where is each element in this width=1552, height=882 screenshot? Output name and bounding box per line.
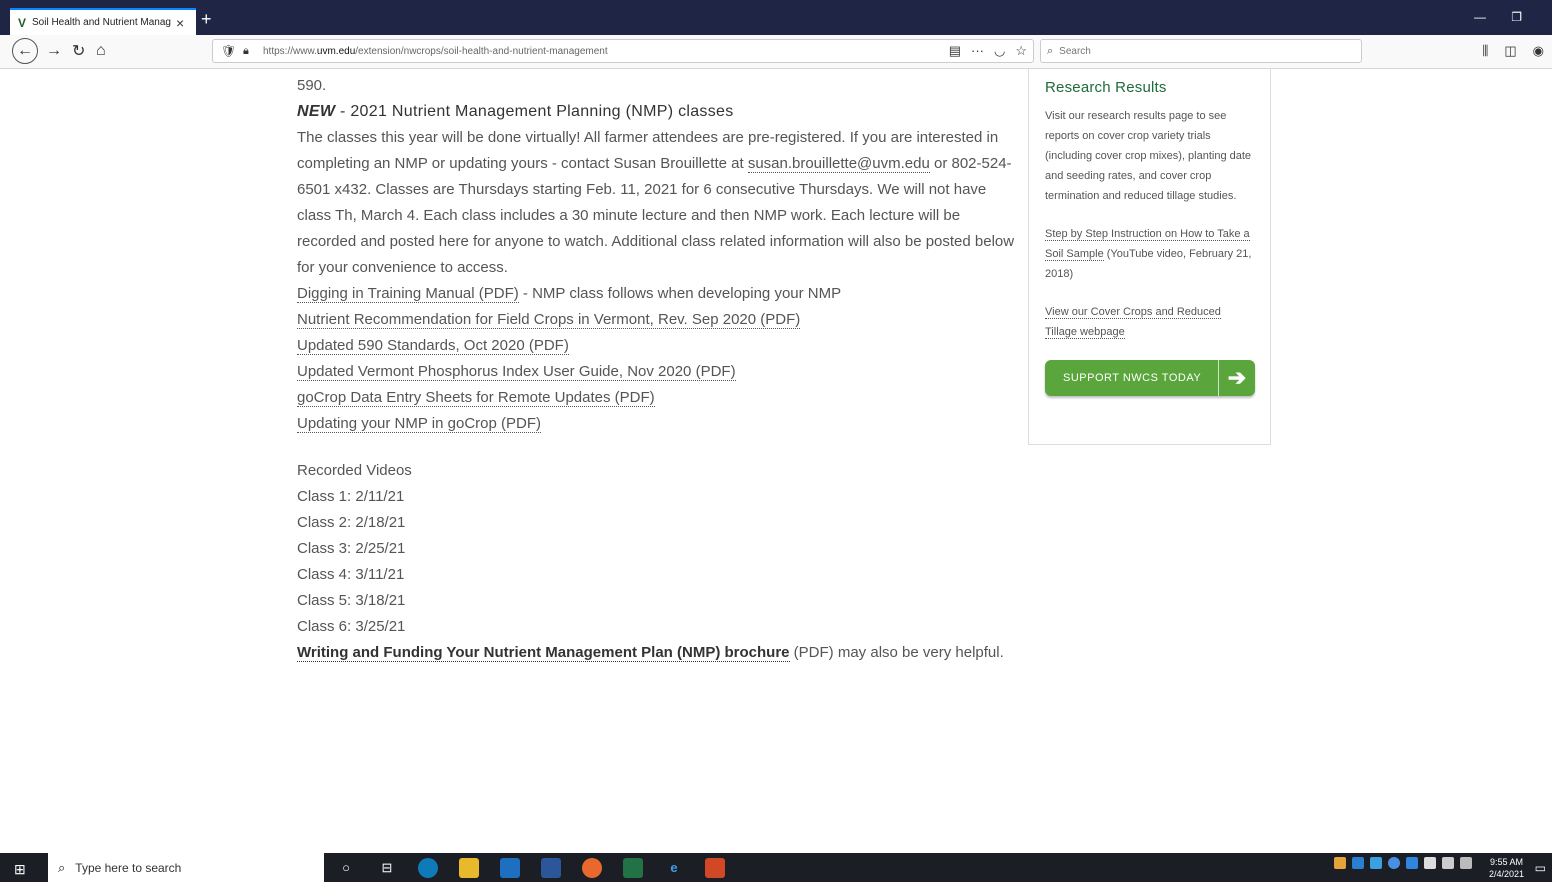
new-tab-button[interactable]: + bbox=[201, 9, 212, 30]
section-heading: NEW - 2021 Nutrient Management Planning … bbox=[297, 103, 734, 120]
clock[interactable]: 9:55 AM 2/4/2021 bbox=[1489, 856, 1524, 880]
cortana-icon[interactable]: ○ bbox=[336, 858, 356, 878]
590-standards-link[interactable]: Updated 590 Standards, Oct 2020 (PDF) bbox=[297, 337, 569, 355]
taskbar-search[interactable]: ⌕ Type here to search bbox=[48, 853, 324, 882]
browser-tab[interactable]: V Soil Health and Nutrient Manag × bbox=[10, 8, 196, 35]
link-row-manual: Digging in Training Manual (PDF) - NMP c… bbox=[297, 285, 842, 303]
support-button-label: SUPPORT NWCS TODAY bbox=[1063, 372, 1202, 384]
search-bar[interactable]: ⌕ bbox=[1040, 39, 1362, 63]
brochure-link[interactable]: Writing and Funding Your Nutrient Manage… bbox=[297, 644, 790, 662]
recorded-videos: Recorded Videos Class 1: 2/11/21 Class 2… bbox=[297, 458, 1017, 640]
taskbar-search-text: Type here to search bbox=[75, 860, 182, 875]
edge-icon[interactable] bbox=[418, 857, 438, 878]
tab-title: Soil Health and Nutrient Manag bbox=[32, 17, 171, 28]
videos-heading: Recorded Videos bbox=[297, 462, 412, 479]
outlook-icon[interactable] bbox=[500, 857, 520, 878]
search-input[interactable] bbox=[1057, 44, 1352, 58]
video-item: Class 3: 2/25/21 bbox=[297, 540, 406, 557]
home-icon[interactable]: ⌂ bbox=[96, 40, 106, 62]
video-item: Class 5: 3/18/21 bbox=[297, 592, 406, 609]
file-explorer-icon[interactable] bbox=[459, 857, 479, 878]
browser-nav-bar: ← → ↻ ⌂ 🛡︎ 🔒︎ https://www.uvm.edu/extens… bbox=[0, 35, 1552, 69]
arrow-right-icon: ➔ bbox=[1218, 360, 1255, 396]
tray-icon[interactable] bbox=[1352, 857, 1364, 869]
video-item: Class 2: 2/18/21 bbox=[297, 514, 406, 531]
bookmark-star-icon[interactable]: ☆ bbox=[1015, 43, 1027, 59]
address-bar[interactable]: 🛡︎ 🔒︎ https://www.uvm.edu/extension/nwcr… bbox=[212, 39, 1034, 63]
sidebar-description: Visit our research results page to see r… bbox=[1045, 110, 1252, 202]
tray-icon[interactable] bbox=[1370, 857, 1382, 869]
sidebar: Research Results Visit our research resu… bbox=[1028, 69, 1271, 445]
network-icon[interactable] bbox=[1442, 857, 1454, 869]
minimize-icon[interactable]: — bbox=[1474, 10, 1486, 24]
nutrient-recommendation-link[interactable]: Nutrient Recommendation for Field Crops … bbox=[297, 311, 801, 329]
sidebar-icon[interactable]: ◫ bbox=[1504, 43, 1516, 59]
brochure-row: Writing and Funding Your Nutrient Manage… bbox=[297, 644, 1004, 662]
system-tray bbox=[1334, 857, 1472, 869]
forward-button[interactable]: → bbox=[46, 40, 62, 62]
search-icon: ⌕ bbox=[58, 859, 66, 875]
gocrop-updating-link[interactable]: Updating your NMP in goCrop (PDF) bbox=[297, 415, 541, 433]
cover-crops-link[interactable]: View our Cover Crops and Reduced Tillage… bbox=[1045, 306, 1221, 339]
reload-button[interactable]: ↻ bbox=[72, 40, 85, 62]
browser-tab-bar: V Soil Health and Nutrient Manag × + — ❐ bbox=[0, 0, 1552, 35]
intro-tail: 590. bbox=[297, 77, 327, 94]
tray-icon[interactable] bbox=[1406, 857, 1418, 869]
video-item: Class 6: 3/25/21 bbox=[297, 618, 406, 635]
word-icon[interactable] bbox=[541, 857, 561, 878]
url-text[interactable]: https://www.uvm.edu/extension/nwcrops/so… bbox=[263, 46, 608, 57]
volume-icon[interactable] bbox=[1460, 857, 1472, 869]
page-actions-icon[interactable]: ··· bbox=[971, 43, 984, 59]
tray-icon[interactable] bbox=[1388, 857, 1400, 869]
reader-view-icon[interactable]: ▤ bbox=[949, 43, 961, 59]
close-tab-icon[interactable]: × bbox=[176, 15, 184, 31]
windows-taskbar: ⊞ ⌕ Type here to search ○ ⊟ e 9:55 AM 2/… bbox=[0, 853, 1552, 882]
search-icon: ⌕ bbox=[1047, 44, 1054, 57]
powerpoint-icon[interactable] bbox=[705, 857, 725, 878]
windows-start-icon[interactable]: ⊞ bbox=[14, 861, 26, 878]
tray-icon[interactable] bbox=[1424, 857, 1436, 869]
tray-icon[interactable] bbox=[1334, 857, 1346, 869]
task-view-icon[interactable]: ⊟ bbox=[377, 858, 397, 878]
internet-explorer-icon[interactable]: e bbox=[664, 858, 684, 878]
page-content: 590. NEW - 2021 Nutrient Management Plan… bbox=[0, 69, 1552, 853]
back-button[interactable]: ← bbox=[12, 38, 38, 64]
account-icon[interactable]: ◉ bbox=[1533, 43, 1544, 59]
video-item: Class 1: 2/11/21 bbox=[297, 488, 405, 505]
restore-icon[interactable]: ❐ bbox=[1511, 10, 1522, 24]
firefox-icon[interactable] bbox=[582, 857, 602, 878]
classes-paragraph: The classes this year will be done virtu… bbox=[297, 129, 1015, 276]
support-button[interactable]: SUPPORT NWCS TODAY ➔ bbox=[1045, 360, 1255, 396]
email-link[interactable]: susan.brouillette@uvm.edu bbox=[747, 155, 930, 173]
uvm-favicon-icon: V bbox=[18, 15, 27, 30]
video-item: Class 4: 3/11/21 bbox=[297, 566, 405, 583]
main-column: 590. NEW - 2021 Nutrient Management Plan… bbox=[297, 69, 1017, 666]
phosphorus-index-link[interactable]: Updated Vermont Phosphorus Index User Gu… bbox=[297, 363, 736, 381]
training-manual-link[interactable]: Digging in Training Manual (PDF) bbox=[297, 285, 519, 303]
shield-icon[interactable]: 🛡︎ bbox=[221, 44, 237, 58]
sidebar-title[interactable]: Research Results bbox=[1045, 79, 1254, 96]
library-icon[interactable]: ⫼ bbox=[1482, 43, 1488, 59]
gocrop-data-entry-link[interactable]: goCrop Data Entry Sheets for Remote Upda… bbox=[297, 389, 655, 407]
lock-icon[interactable]: 🔒︎ bbox=[243, 45, 259, 58]
notification-icon[interactable]: ▭ bbox=[1535, 861, 1546, 875]
pocket-icon[interactable]: ◡ bbox=[994, 43, 1005, 59]
excel-icon[interactable] bbox=[623, 857, 643, 878]
